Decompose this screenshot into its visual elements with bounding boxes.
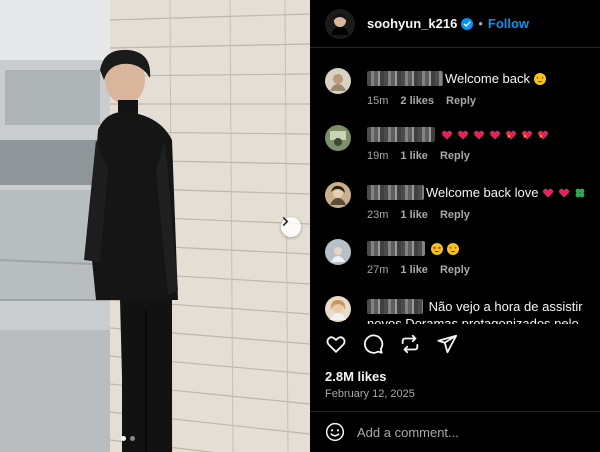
post-actions bbox=[325, 333, 458, 355]
author-avatar[interactable] bbox=[325, 8, 355, 39]
follow-button[interactable]: Follow bbox=[488, 16, 529, 31]
heart-on-fire-emoji-icon bbox=[505, 130, 517, 139]
comment-likes[interactable]: 1 like bbox=[400, 209, 428, 221]
blurred-username[interactable] bbox=[367, 241, 425, 256]
comment-likes[interactable]: 1 like bbox=[400, 150, 428, 162]
instagram-post: soohyun_k216 • Follow Welcome back 15m 2… bbox=[0, 0, 600, 452]
carousel-dot bbox=[121, 436, 126, 441]
heart-eyes-emoji-icon bbox=[534, 72, 547, 85]
header-separator: • bbox=[478, 16, 483, 31]
post-date: February 12, 2025 bbox=[325, 388, 415, 400]
reply-button[interactable]: Reply bbox=[446, 95, 476, 107]
heart-on-fire-emoji-icon bbox=[521, 130, 533, 139]
comments-list[interactable]: Welcome back 15m 2 likes Reply 19m 1 lik… bbox=[310, 58, 600, 324]
comment-input[interactable] bbox=[357, 424, 600, 440]
red-heart-emoji-icon bbox=[457, 130, 469, 139]
likes-count[interactable]: 2.8M likes bbox=[325, 369, 386, 384]
comment-icon[interactable] bbox=[362, 333, 384, 355]
red-heart-emoji-icon bbox=[559, 188, 570, 197]
post-photo[interactable] bbox=[0, 0, 310, 452]
comment-body: Não vejo a hora de assistir novos Dorama… bbox=[367, 298, 597, 324]
comment-time: 23m bbox=[367, 209, 389, 221]
blurred-username[interactable] bbox=[367, 127, 435, 142]
comment-body: Welcome back love 23m 1 like Reply bbox=[367, 184, 597, 221]
red-heart-emoji-icon bbox=[489, 130, 501, 139]
comment-text: Welcome back bbox=[445, 71, 531, 86]
verified-badge-icon bbox=[461, 17, 474, 30]
carousel-dot bbox=[130, 436, 135, 441]
comment-body: 19m 1 like Reply bbox=[367, 127, 597, 162]
comment-time: 19m bbox=[367, 150, 389, 162]
commenter-avatar[interactable] bbox=[325, 239, 351, 265]
comment-text: Welcome back love bbox=[426, 185, 539, 200]
blurred-username[interactable] bbox=[367, 299, 423, 314]
reply-button[interactable]: Reply bbox=[440, 150, 470, 162]
blurred-username[interactable] bbox=[367, 185, 424, 200]
star-struck-emoji-icon bbox=[431, 242, 443, 255]
share-icon[interactable] bbox=[436, 333, 458, 355]
reply-button[interactable]: Reply bbox=[440, 264, 470, 276]
comment-time: 15m bbox=[367, 95, 389, 107]
heart-eyes-emoji-icon bbox=[447, 242, 459, 255]
carousel-indicator bbox=[121, 436, 135, 441]
post-header: soohyun_k216 • Follow bbox=[310, 0, 600, 48]
repost-icon[interactable] bbox=[399, 333, 421, 355]
comment-likes[interactable]: 1 like bbox=[400, 264, 428, 276]
emoji-icon[interactable] bbox=[325, 422, 345, 442]
red-heart-emoji-icon bbox=[441, 130, 453, 139]
red-heart-emoji-icon bbox=[473, 130, 485, 139]
carousel-next-button[interactable] bbox=[281, 217, 301, 237]
red-heart-emoji-icon bbox=[543, 188, 554, 197]
comment-body: 27m 1 like Reply bbox=[367, 241, 597, 276]
four-leaf-clover-emoji-icon bbox=[576, 188, 585, 197]
comment-likes[interactable]: 2 likes bbox=[400, 95, 434, 107]
comment-body: Welcome back 15m 2 likes Reply bbox=[367, 70, 597, 107]
photo-illustration bbox=[0, 0, 310, 452]
blurred-username[interactable] bbox=[367, 71, 443, 86]
reply-button[interactable]: Reply bbox=[440, 209, 470, 221]
comment-composer bbox=[310, 411, 600, 452]
commenter-avatar[interactable] bbox=[325, 125, 351, 151]
commenter-avatar[interactable] bbox=[325, 68, 351, 94]
heart-icon[interactable] bbox=[325, 333, 347, 355]
heart-on-fire-emoji-icon bbox=[537, 130, 549, 139]
commenter-avatar[interactable] bbox=[325, 296, 351, 322]
post-panel: soohyun_k216 • Follow Welcome back 15m 2… bbox=[310, 0, 600, 452]
author-username[interactable]: soohyun_k216 bbox=[367, 16, 457, 31]
chevron-right-icon bbox=[282, 217, 289, 226]
commenter-avatar[interactable] bbox=[325, 182, 351, 208]
comment-time: 27m bbox=[367, 264, 389, 276]
